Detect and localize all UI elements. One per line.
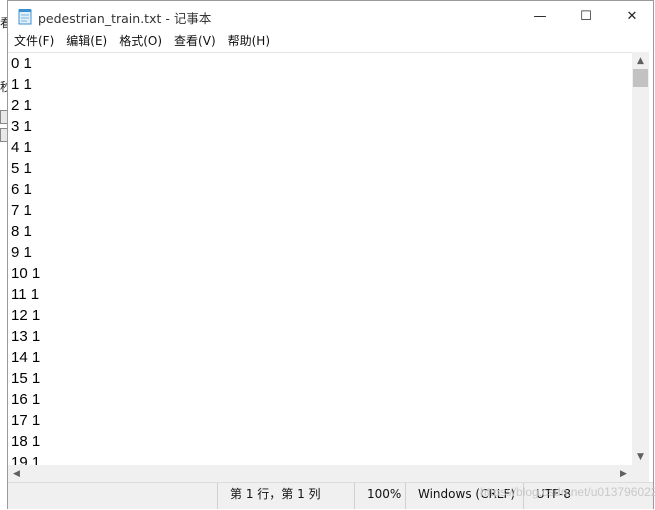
text-line: 3 1 (11, 118, 32, 135)
text-line: 2 1 (11, 97, 32, 114)
window-title: pedestrian_train.txt - 记事本 (38, 11, 212, 26)
text-line: 9 1 (11, 244, 32, 261)
maximize-button[interactable]: ☐ (563, 1, 609, 32)
text-editor[interactable]: 0 1 1 1 2 1 3 1 4 1 5 1 6 1 7 1 8 1 9 1 … (8, 52, 632, 466)
close-icon: ✕ (626, 9, 638, 24)
text-line: 1 1 (11, 76, 32, 93)
horizontal-scrollbar[interactable]: ◀ ▶ (8, 465, 632, 482)
vertical-scrollbar[interactable]: ▲ ▼ (632, 52, 649, 465)
text-line: 7 1 (11, 202, 32, 219)
menu-help[interactable]: 帮助(H) (222, 32, 276, 52)
maximize-icon: ☐ (580, 9, 592, 24)
cursor-position: 第 1 行，第 1 列 (217, 483, 356, 509)
menu-view[interactable]: 查看(V) (168, 32, 222, 52)
text-line: 12 1 (11, 307, 41, 324)
text-line: 6 1 (11, 181, 32, 198)
watermark-text: https://blog.csdn.net/u013796022 (480, 485, 655, 499)
title-bar[interactable]: pedestrian_train.txt - 记事本 — ☐ ✕ (8, 1, 653, 32)
vertical-scroll-thumb[interactable] (633, 69, 648, 87)
text-line: 18 1 (11, 433, 41, 450)
notepad-window: pedestrian_train.txt - 记事本 — ☐ ✕ 文件(F) 编… (7, 0, 654, 509)
scroll-up-arrow-icon[interactable]: ▲ (632, 52, 649, 69)
minimize-icon: — (533, 9, 547, 24)
zoom-level: 100% (354, 483, 406, 509)
menu-file[interactable]: 文件(F) (8, 32, 60, 52)
menu-format[interactable]: 格式(O) (113, 32, 168, 52)
text-line: 17 1 (11, 412, 41, 429)
text-line: 4 1 (11, 139, 32, 156)
text-line: 15 1 (11, 370, 41, 387)
text-line: 8 1 (11, 223, 32, 240)
text-line: 0 1 (11, 55, 32, 72)
notepad-icon (18, 8, 32, 25)
text-line: 14 1 (11, 349, 41, 366)
menu-bar: 文件(F) 编辑(E) 格式(O) 查看(V) 帮助(H) (8, 32, 653, 52)
text-line: 19 1 (11, 454, 41, 466)
text-line: 16 1 (11, 391, 41, 408)
text-line: 5 1 (11, 160, 32, 177)
text-line: 10 1 (11, 265, 41, 282)
text-line: 13 1 (11, 328, 41, 345)
scroll-down-arrow-icon[interactable]: ▼ (632, 448, 649, 465)
menu-edit[interactable]: 编辑(E) (60, 32, 113, 52)
scroll-right-arrow-icon[interactable]: ▶ (615, 465, 632, 482)
scroll-left-arrow-icon[interactable]: ◀ (8, 465, 25, 482)
text-line: 11 1 (11, 286, 40, 303)
minimize-button[interactable]: — (517, 1, 563, 32)
scrollbar-corner (632, 465, 649, 482)
close-button[interactable]: ✕ (609, 1, 655, 32)
